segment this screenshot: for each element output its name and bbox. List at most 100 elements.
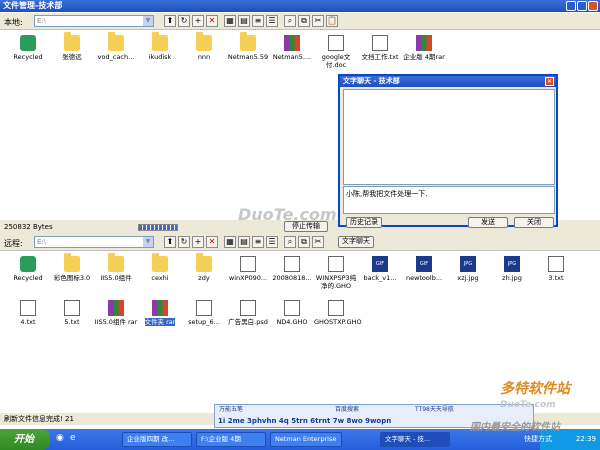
send-button[interactable]: 发送 [468,217,508,228]
folder-icon [108,253,124,272]
file-item[interactable]: Recycled [6,35,50,61]
local-path-select[interactable]: E:\ ▼ [34,15,154,27]
folder-up-icon[interactable]: ⬆ [164,15,176,27]
details-view-icon[interactable]: ☰ [266,15,278,27]
file-item[interactable]: Netman5.... [270,35,314,61]
file-item[interactable]: 彩色图标3.0 [50,253,94,282]
file-item[interactable]: 企业版 4期rar [402,35,446,61]
clock: 22:39 [575,435,596,443]
watermark: DuoTe.com [500,400,556,410]
folder-icon [240,32,256,51]
chat-history-log [343,89,555,185]
quick-launch-icon[interactable]: ◉ [56,433,64,443]
ime-tab[interactable]: 万能五笔 [219,405,243,415]
copy-icon[interactable]: ⧉ [298,15,310,27]
close-button[interactable] [588,1,598,11]
document-icon [328,35,344,51]
file-item[interactable]: Netman5.59 [226,32,270,61]
new-folder-icon[interactable]: + [192,236,204,248]
copy-icon[interactable]: ⧉ [298,236,310,248]
ime-tab[interactable]: 百度搜索 [335,405,359,415]
window-title: 文件管理-技术部 [3,1,63,10]
taskbar-item[interactable]: Netman Enterprise [270,432,342,447]
large-icons-icon[interactable]: ▦ [224,15,236,27]
text-chat-window: 文字聊天 - 技术部 ✕ 小陈,帮我把文件处理一下. 历史记录 发送 关闭 [338,74,558,228]
chat-title: 文字聊天 - 技术部 [343,77,400,85]
installer-icon [196,300,212,316]
refresh-icon[interactable]: ↻ [178,236,190,248]
folder-up-icon[interactable]: ⬆ [164,236,176,248]
file-item-selected[interactable]: 文件夹 rar [138,300,182,326]
large-icons-icon[interactable]: ▦ [224,236,236,248]
text-chat-button[interactable]: 文字聊天 [338,236,374,248]
ie-icon[interactable]: e [70,433,76,443]
file-item[interactable]: 张德远 [50,32,94,61]
chat-message-input[interactable]: 小陈,帮我把文件处理一下. [343,186,555,214]
chevron-down-icon[interactable]: ▼ [143,237,153,247]
ime-tab[interactable]: TT98天天导航 [415,405,454,415]
folder-icon [196,32,212,51]
paste-icon[interactable]: 📋 [326,15,338,27]
file-item[interactable]: winXP090... [226,256,270,282]
file-item[interactable]: 3.txt [534,256,578,282]
cut-icon[interactable]: ✂ [312,236,324,248]
list-view-icon[interactable]: ≡ [252,236,264,248]
remote-toolbar: 远程: E:\ ▼ ⬆ ↻ + ✕ ▦ ▤ ≡ ☰ ⌕ ⧉ ✂ 文字聊天 [0,234,600,251]
folder-icon [108,32,124,51]
file-item[interactable]: vod_cach... [94,32,138,61]
file-item[interactable]: google文付.doc [314,35,358,69]
small-icons-icon[interactable]: ▤ [238,236,250,248]
history-button[interactable]: 历史记录 [346,217,382,228]
delete-icon[interactable]: ✕ [206,15,218,27]
rar-archive-icon [284,35,300,51]
byte-count: 250832 Bytes [4,223,53,231]
file-item[interactable]: zdy [182,253,226,282]
remote-path-select[interactable]: E:\ ▼ [34,236,154,248]
refresh-icon[interactable]: ↻ [178,15,190,27]
file-item[interactable]: GIF newtoolb... [402,256,446,282]
recycle-bin-icon [20,256,36,272]
chevron-down-icon[interactable]: ▼ [143,16,153,26]
file-item[interactable]: JPG xzj.jpg [446,256,490,282]
text-file-icon [64,300,80,316]
taskbar-item[interactable]: F:\企业版 4期 [196,432,266,447]
file-item[interactable]: GIF back_v1... [358,256,402,282]
file-item[interactable]: 5.txt [50,300,94,326]
file-item[interactable]: Recycled [6,256,50,282]
file-item[interactable]: nnn [182,32,226,61]
document-icon [284,300,300,316]
rar-archive-icon [108,300,124,316]
cut-icon[interactable]: ✂ [312,15,324,27]
delete-icon[interactable]: ✕ [206,236,218,248]
document-icon [240,256,256,272]
taskbar-item[interactable]: 企业版四期 改... [122,432,192,447]
chat-close-icon[interactable]: ✕ [545,77,554,86]
maximize-button[interactable] [577,1,587,11]
new-folder-icon[interactable]: + [192,15,204,27]
file-item[interactable]: 文挡工作.txt [358,35,402,61]
file-item[interactable]: 广告黑白.psd [226,300,270,326]
file-item[interactable]: IIS5.0组件 rar [94,300,138,326]
file-item[interactable]: 20080818... [270,256,314,282]
list-view-icon[interactable]: ≡ [252,15,264,27]
file-item[interactable]: ikudisk [138,32,182,61]
file-item[interactable]: WINXPSP3纯净的.GHO [314,256,358,290]
watermark: DuoTe.com [238,205,337,224]
file-item[interactable]: GHOSTXP.GHO [314,300,362,326]
file-item[interactable]: ND4.GHO [270,300,314,326]
details-view-icon[interactable]: ☰ [266,236,278,248]
file-item[interactable]: cexhi [138,253,182,282]
file-item[interactable]: setup_6... [182,300,226,326]
file-item[interactable]: IIS5.0组件 [94,253,138,282]
search-icon[interactable]: ⌕ [284,15,296,27]
start-button[interactable]: 开始 [0,429,50,450]
search-icon[interactable]: ⌕ [284,236,296,248]
progress-fill [139,225,177,230]
file-item[interactable]: 4.txt [6,300,50,326]
taskbar-item-active[interactable]: 文字聊天 - 技... [380,432,450,447]
chat-close-button[interactable]: 关闭 [514,217,554,228]
file-item[interactable]: JPG zh.jpg [490,256,534,282]
folder-icon [64,32,80,51]
minimize-button[interactable] [566,1,576,11]
small-icons-icon[interactable]: ▤ [238,15,250,27]
